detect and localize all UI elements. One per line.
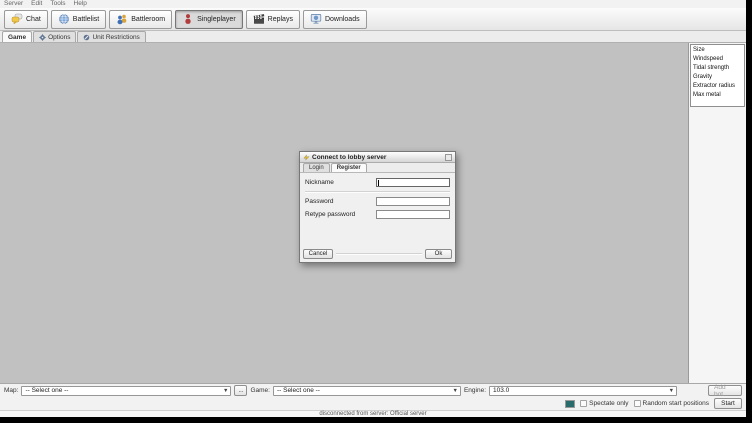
dialog-title: Connect to lobby server — [312, 154, 443, 161]
tab-login[interactable]: Login — [303, 163, 330, 172]
downloads-button-label: Downloads — [325, 16, 360, 23]
tab-unit-restrictions-label: Unit Restrictions — [92, 34, 139, 41]
connect-icon — [303, 154, 310, 161]
gear-icon — [39, 34, 46, 41]
menu-help[interactable]: Help — [74, 0, 87, 8]
map-options-panel: Size Windspeed Tidal strength Gravity Ex… — [689, 43, 746, 383]
globe-icon — [58, 13, 70, 25]
toolbar: Chat Battlelist Battleroom Si — [0, 8, 746, 31]
map-label: Map: — [4, 387, 18, 394]
dialog-body: Nickname Password Retype password — [300, 173, 455, 249]
nickname-row: Nickname — [305, 176, 450, 189]
game-label: Game: — [250, 387, 270, 394]
retype-password-row: Retype password — [305, 208, 450, 221]
tab-unit-restrictions[interactable]: Unit Restrictions — [77, 31, 145, 42]
battleroom-button[interactable]: Battleroom — [109, 10, 172, 29]
chat-button[interactable]: Chat — [4, 10, 48, 29]
battleroom-button-label: Battleroom — [131, 16, 165, 23]
password-label: Password — [305, 198, 376, 205]
download-monitor-icon — [310, 13, 322, 25]
singleplayer-button-label: Singleplayer — [197, 16, 236, 23]
clapperboard-icon — [253, 13, 265, 25]
menu-tools[interactable]: Tools — [50, 0, 65, 8]
replays-button-label: Replays — [268, 16, 293, 23]
map-select-value: -- Select one -- — [25, 387, 68, 394]
ok-button[interactable]: Ok — [425, 249, 452, 259]
lobby-window: Server Edit Tools Help Chat Battlelist — [0, 0, 746, 417]
chevron-down-icon: ▼ — [669, 388, 676, 394]
divider — [305, 191, 450, 193]
nickname-label: Nickname — [305, 179, 376, 186]
engine-select[interactable]: 103.0 ▼ — [489, 386, 677, 396]
spectate-only-option: Spectate only — [580, 400, 628, 407]
cancel-button[interactable]: Cancel — [303, 249, 333, 259]
menu-edit[interactable]: Edit — [31, 0, 42, 8]
tab-options[interactable]: Options — [33, 31, 76, 42]
game-select-value: -- Select one -- — [277, 387, 320, 394]
divider — [336, 253, 422, 255]
map-browse-button[interactable]: ... — [234, 385, 247, 396]
map-select[interactable]: -- Select one -- ▼ — [21, 386, 231, 396]
retype-password-label: Retype password — [305, 211, 376, 218]
replays-button[interactable]: Replays — [246, 10, 300, 29]
dialog-titlebar[interactable]: Connect to lobby server — [300, 152, 455, 163]
tab-register[interactable]: Register — [331, 163, 367, 172]
tab-game[interactable]: Game — [2, 31, 32, 42]
menu-server[interactable]: Server — [4, 0, 23, 8]
connect-dialog: Connect to lobby server Login Register N… — [299, 151, 456, 263]
map-option-gravity: Gravity — [691, 73, 744, 82]
random-start-checkbox[interactable] — [634, 400, 641, 407]
tab-options-label: Options — [48, 34, 70, 41]
singleplayer-button[interactable]: Singleplayer — [175, 10, 243, 29]
statusbar: disconnected from server: Official serve… — [0, 410, 746, 417]
map-option-tidal: Tidal strength — [691, 64, 744, 73]
single-user-icon — [182, 13, 194, 25]
map-option-windspeed: Windspeed — [691, 55, 744, 64]
password-input[interactable] — [376, 197, 450, 206]
team-color-swatch[interactable] — [565, 400, 575, 408]
users-icon — [116, 13, 128, 25]
text-caret — [378, 180, 379, 186]
chevron-down-icon: ▼ — [223, 388, 230, 394]
game-select[interactable]: -- Select one -- ▼ — [273, 386, 461, 396]
chevron-down-icon: ▼ — [453, 388, 460, 394]
downloads-button[interactable]: Downloads — [303, 10, 367, 29]
spectate-only-checkbox[interactable] — [580, 400, 587, 407]
tab-game-label: Game — [8, 34, 26, 41]
battlelist-button[interactable]: Battlelist — [51, 10, 106, 29]
retype-password-input[interactable] — [376, 210, 450, 219]
dialog-buttons: Cancel Ok — [300, 249, 455, 262]
connection-status-text: disconnected from server: Official serve… — [319, 411, 426, 417]
engine-label: Engine: — [464, 387, 486, 394]
start-button[interactable]: Start — [714, 398, 742, 409]
battlelist-button-label: Battlelist — [73, 16, 99, 23]
chat-icon — [11, 13, 23, 25]
selectors-bar: Map: -- Select one -- ▼ ... Game: -- Sel… — [0, 383, 746, 397]
random-start-option: Random start positions — [634, 400, 709, 407]
chat-button-label: Chat — [26, 16, 41, 23]
menubar: Server Edit Tools Help — [0, 0, 746, 8]
close-icon[interactable] — [445, 154, 452, 161]
battleroom-tabbar: Game Options Unit Restrictions — [0, 31, 746, 43]
random-start-label: Random start positions — [643, 400, 709, 407]
nickname-input[interactable] — [376, 178, 450, 187]
restriction-icon — [83, 34, 90, 41]
map-option-size: Size — [691, 46, 744, 55]
password-row: Password — [305, 195, 450, 208]
start-options-bar: Spectate only Random start positions Sta… — [0, 397, 746, 410]
spectate-only-label: Spectate only — [589, 400, 628, 407]
map-option-extractor: Extractor radius — [691, 82, 744, 91]
map-option-maxmetal: Max metal — [691, 91, 744, 100]
dialog-tabbar: Login Register — [300, 163, 455, 173]
add-bot-button[interactable]: Add bot... — [708, 385, 742, 396]
map-options-list: Size Windspeed Tidal strength Gravity Ex… — [690, 44, 745, 107]
engine-select-value: 103.0 — [493, 387, 509, 394]
